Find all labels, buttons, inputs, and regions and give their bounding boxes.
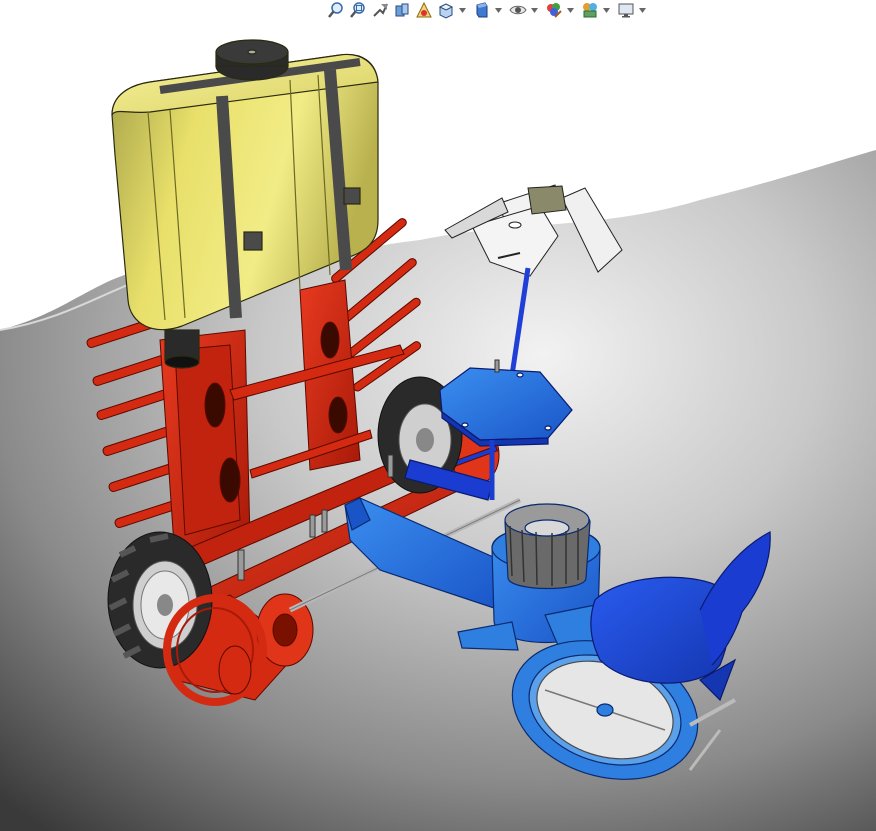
section-view-button[interactable] xyxy=(392,1,412,19)
view-settings-button[interactable] xyxy=(616,1,636,19)
previous-view-button[interactable] xyxy=(370,1,390,19)
view-orientation-dropdown[interactable] xyxy=(458,1,466,19)
hide-show-items-dropdown[interactable] xyxy=(530,1,538,19)
zoom-to-area-button[interactable] xyxy=(348,1,368,19)
hide-show-items-button[interactable] xyxy=(508,1,528,19)
hide-show-items-icon xyxy=(509,5,527,15)
edit-appearance-icon xyxy=(547,3,562,18)
view-orientation-icon xyxy=(438,3,454,19)
3d-scene[interactable] xyxy=(0,0,876,831)
model-viewport[interactable] xyxy=(0,0,876,831)
chevron-down-icon xyxy=(458,7,466,13)
display-style-button[interactable] xyxy=(472,1,492,19)
zoom-to-fit-button[interactable] xyxy=(326,1,346,19)
previous-view-icon xyxy=(373,3,388,17)
view-settings-monitor-icon xyxy=(618,3,634,18)
edit-appearance-dropdown[interactable] xyxy=(566,1,574,19)
chevron-down-icon xyxy=(530,7,538,13)
dynamic-annotation-views-button[interactable] xyxy=(414,1,434,19)
display-style-icon xyxy=(476,2,488,18)
dynamic-annotation-views-icon xyxy=(416,1,432,18)
apply-scene-icon xyxy=(583,3,597,18)
display-style-dropdown[interactable] xyxy=(494,1,502,19)
chevron-down-icon xyxy=(602,7,610,13)
apply-scene-button[interactable] xyxy=(580,1,600,19)
chevron-down-icon xyxy=(638,7,646,13)
chevron-down-icon xyxy=(494,7,502,13)
edit-appearance-button[interactable] xyxy=(544,1,564,19)
chevron-down-icon xyxy=(566,7,574,13)
section-view-icon xyxy=(395,3,409,17)
view-settings-dropdown[interactable] xyxy=(638,1,646,19)
zoom-to-area-icon xyxy=(350,2,365,18)
heads-up-view-toolbar xyxy=(326,0,650,20)
zoom-to-fit-icon xyxy=(328,2,343,18)
apply-scene-dropdown[interactable] xyxy=(602,1,610,19)
view-orientation-button[interactable] xyxy=(436,1,456,19)
